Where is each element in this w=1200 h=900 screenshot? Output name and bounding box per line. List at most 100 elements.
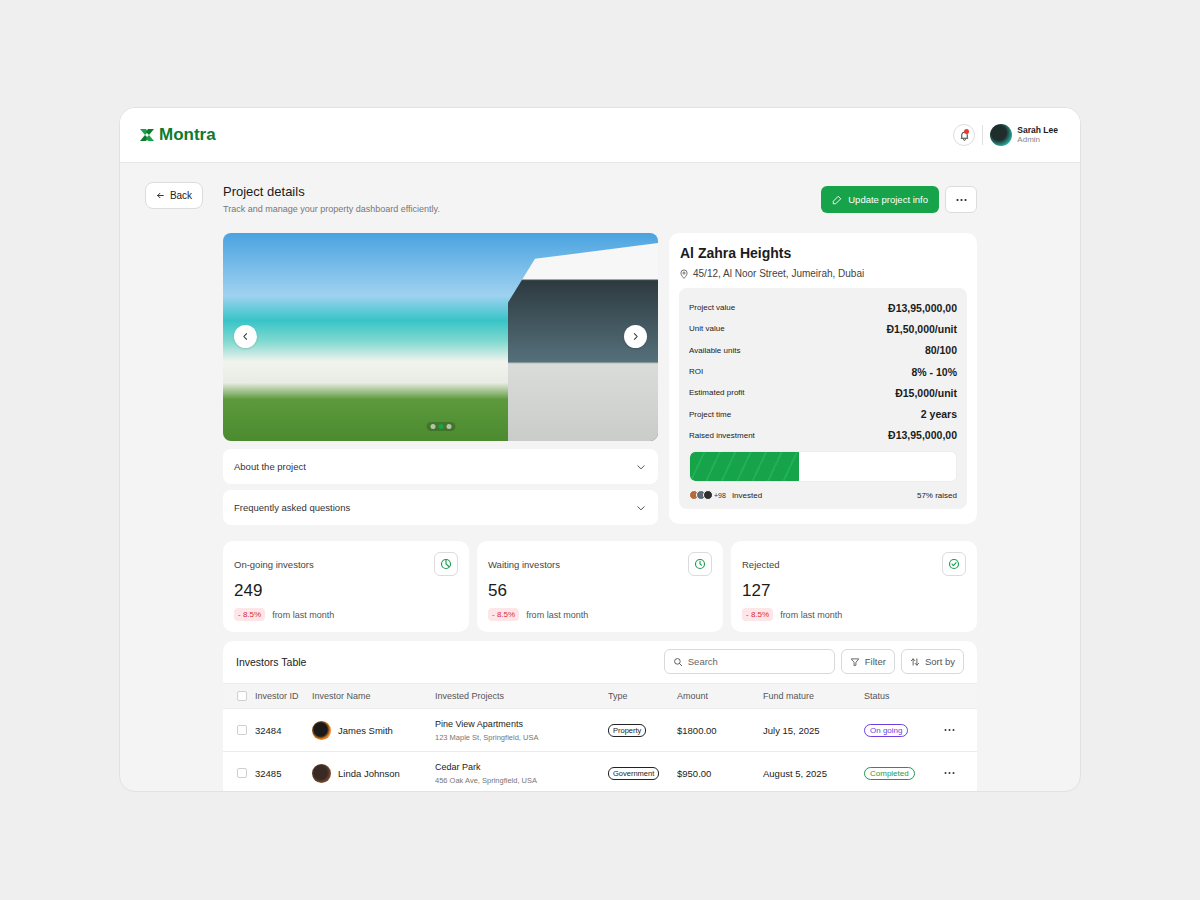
sort-label: Sort by: [925, 656, 955, 667]
detail-value: Đ13,95,000,00: [888, 302, 957, 314]
detail-row: ROI8% - 10%: [689, 361, 957, 382]
accordion-label: About the project: [234, 461, 306, 472]
stat-footer: - 8.5%from last month: [742, 608, 966, 621]
chevron-down-icon: [636, 503, 646, 513]
type-cell: Property: [608, 724, 677, 737]
sort-button[interactable]: Sort by: [901, 649, 964, 674]
project-cell: Pine View Apartments 123 Maple St, Spring…: [435, 719, 608, 742]
stat-change: - 8.5%: [488, 608, 519, 621]
investor-name: Linda Johnson: [338, 768, 400, 779]
chevron-right-icon: [631, 332, 640, 341]
project-address: 123 Maple St, Springfield, USA: [435, 733, 608, 742]
stat-note: from last month: [272, 610, 334, 620]
stat-footer: - 8.5% from last month: [234, 608, 458, 621]
divider: [982, 125, 983, 145]
column-header: Amount: [677, 691, 763, 701]
slide-dot[interactable]: [438, 424, 443, 429]
page-header: Project detailsTrack and manage your pro…: [223, 182, 977, 214]
stat-card: On-going investors249- 8.5%from last mon…: [223, 541, 469, 632]
detail-row: Project time2 years: [689, 403, 957, 424]
column-header: Investor Name: [312, 691, 435, 701]
column-header: Fund mature: [763, 691, 864, 701]
stat-label: On-going investors: [234, 559, 314, 570]
update-button[interactable]: Update project info: [821, 186, 939, 213]
type-tag: Property: [608, 724, 646, 737]
status-badge: Completed: [864, 767, 915, 780]
slide-dot[interactable]: [430, 424, 435, 429]
investor-avatar: [312, 721, 331, 740]
project-name: Al Zahra Heights: [680, 245, 967, 261]
stat-card: Waiting investors56- 8.5%from last month: [477, 541, 723, 632]
accordion-item[interactable]: About the project: [223, 449, 658, 484]
detail-row: Project valueĐ13,95,000,00: [689, 297, 957, 318]
back-button[interactable]: Back: [145, 182, 203, 209]
detail-value: Đ15,000/unit: [895, 387, 957, 399]
next-slide-button[interactable]: [624, 325, 647, 348]
status-cell: Completed: [864, 767, 935, 780]
detail-label: Estimated profit: [689, 388, 745, 397]
type-cell: Government: [608, 767, 677, 780]
back-column: Back: [145, 182, 203, 792]
dots-icon: [956, 198, 967, 202]
table-row[interactable]: 32485Linda JohnsonCedar Park456 Oak Ave,…: [223, 752, 977, 792]
logo-icon: [139, 127, 155, 143]
app-window: Montra Sarah LeeAdmin Back Project detailsT…: [119, 107, 1081, 792]
investor-avatar: [312, 764, 331, 783]
filter-icon: [850, 657, 860, 667]
investor-name: James Smith: [338, 725, 393, 736]
amount: $1800.00: [677, 725, 763, 736]
brand-logo[interactable]: Montra: [139, 125, 216, 145]
project-name: Pine View Apartments: [435, 719, 608, 729]
brand-name: Montra: [159, 125, 216, 145]
project-cell: Cedar Park456 Oak Ave, Springfield, USA: [435, 762, 608, 785]
detail-label: Project time: [689, 410, 731, 419]
detail-label: Available units: [689, 346, 740, 355]
stat-value: 56: [488, 581, 712, 601]
project-overview: About the project Frequently asked questi…: [223, 233, 977, 525]
search-input[interactable]: [688, 656, 826, 667]
progress-fill: [690, 452, 799, 481]
row-checkbox[interactable]: [237, 725, 247, 735]
accordion-item[interactable]: Frequently asked questions: [223, 490, 658, 525]
project-address: 45/12, Al Noor Street, Jumeirah, Dubai: [679, 268, 967, 279]
amount: $950.00: [677, 768, 763, 779]
investor-name-cell: James Smith: [312, 721, 435, 740]
detail-value: 80/100: [925, 344, 957, 356]
user-menu[interactable]: Sarah LeeAdmin: [990, 124, 1058, 146]
notification-button[interactable]: [953, 124, 975, 146]
address-text: 45/12, Al Noor Street, Jumeirah, Dubai: [693, 268, 864, 279]
investor-name-cell: Linda Johnson: [312, 764, 435, 783]
user-name: Sarah Lee: [1017, 125, 1058, 136]
clock-icon: [694, 558, 706, 570]
back-label: Back: [170, 190, 192, 201]
table-row[interactable]: 32484James SmithPine View Apartments123 …: [223, 709, 977, 752]
slide-dot[interactable]: [446, 424, 451, 429]
row-more-button[interactable]: [935, 771, 963, 775]
detail-row: Available units 80/100: [689, 340, 957, 361]
detail-label: Unit value: [689, 324, 725, 333]
edit-icon: [832, 195, 842, 205]
select-all-checkbox[interactable]: [237, 691, 247, 701]
table-toolbar: Investors TableFilterSort by: [223, 641, 977, 683]
update-label: Update project info: [848, 194, 928, 205]
more-button[interactable]: [945, 186, 977, 213]
row-more-button[interactable]: [935, 728, 963, 732]
column-header: Investor ID: [255, 691, 312, 701]
fund-mature: July 15, 2025: [763, 725, 864, 736]
accordion-label: Frequently asked questions: [234, 502, 350, 513]
stat-change: - 8.5%: [234, 608, 265, 621]
prev-slide-button[interactable]: [234, 325, 257, 348]
main-content: Project detailsTrack and manage your pro…: [223, 182, 977, 792]
row-checkbox[interactable]: [237, 768, 247, 778]
stat-icon-box: [434, 552, 458, 576]
stats-row: On-going investors249- 8.5%from last mon…: [223, 541, 977, 632]
investors-table: Investors TableFilterSort byInvestor IDI…: [223, 641, 977, 792]
project-name: Cedar Park: [435, 762, 608, 772]
investor-extra-count: +98: [714, 492, 726, 499]
chevron-down-icon: [636, 462, 646, 472]
search-field[interactable]: [664, 649, 835, 674]
stat-label: Rejected: [742, 559, 780, 570]
filter-button[interactable]: Filter: [841, 649, 895, 674]
fund-mature: August 5, 2025: [763, 768, 864, 779]
stat-label: Waiting investors: [488, 559, 560, 570]
